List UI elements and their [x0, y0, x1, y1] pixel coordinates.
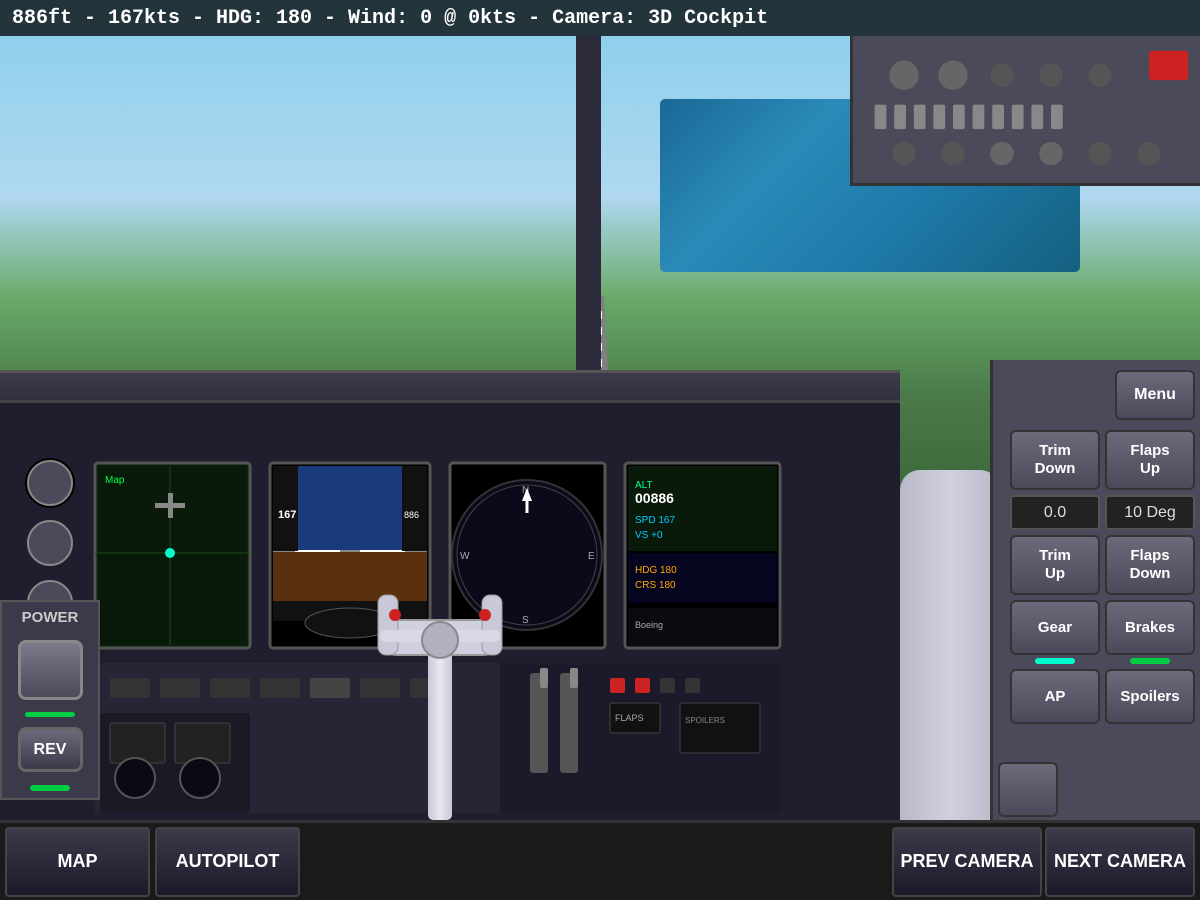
prev-camera-button[interactable]: PREV CAMERA [892, 827, 1042, 897]
control-grid: TrimDown FlapsUp 0.0 10 Deg TrimUp Flaps… [1010, 430, 1195, 724]
right-panel: Menu TrimDown FlapsUp 0.0 10 Deg TrimUp … [990, 360, 1200, 900]
brakes-indicator [1130, 658, 1170, 664]
gear-button[interactable]: Gear [1010, 600, 1100, 655]
armrest [900, 470, 1000, 820]
svg-text:E: E [588, 551, 595, 562]
flight-status-text: 886ft - 167kts - HDG: 180 - Wind: 0 @ 0k… [12, 7, 768, 30]
power-indicator [25, 712, 75, 717]
flaps-down-button[interactable]: FlapsDown [1105, 535, 1195, 595]
map-button[interactable]: MAP [5, 827, 150, 897]
svg-text:Map: Map [105, 475, 125, 486]
overhead-panel [850, 36, 1200, 186]
yoke [340, 540, 540, 820]
left-control-panel: POWER REV [0, 600, 100, 800]
rev-button[interactable]: REV [18, 727, 83, 772]
misc-button[interactable] [998, 762, 1058, 817]
brakes-button[interactable]: Brakes [1105, 600, 1195, 655]
overhead-instruments [853, 36, 1200, 183]
svg-text:SPOILERS: SPOILERS [685, 716, 725, 725]
svg-text:HDG 180: HDG 180 [635, 565, 677, 576]
flaps-value-display: 10 Deg [1105, 495, 1195, 530]
power-button[interactable] [18, 640, 83, 700]
gear-indicator [1035, 658, 1075, 664]
power-label: POWER [22, 609, 79, 626]
windshield-post [576, 36, 601, 386]
svg-text:00886: 00886 [635, 490, 674, 506]
svg-text:CRS 180: CRS 180 [635, 580, 676, 591]
status-bar: 886ft - 167kts - HDG: 180 - Wind: 0 @ 0k… [0, 0, 1200, 36]
svg-text:167: 167 [278, 509, 296, 521]
flaps-up-button[interactable]: FlapsUp [1105, 430, 1195, 490]
ap-button[interactable]: AP [1010, 669, 1100, 724]
bottom-bar: MAP AUTOPILOT PREV CAMERA NEXT CAMERA [0, 820, 1200, 900]
trim-down-button[interactable]: TrimDown [1010, 430, 1100, 490]
spoilers-button[interactable]: Spoilers [1105, 669, 1195, 724]
autopilot-button[interactable]: AUTOPILOT [155, 827, 300, 897]
next-camera-button[interactable]: NEXT CAMERA [1045, 827, 1195, 897]
menu-button[interactable]: Menu [1115, 370, 1195, 420]
rev-indicator [30, 785, 70, 791]
yoke-svg [340, 540, 540, 820]
trim-up-button[interactable]: TrimUp [1010, 535, 1100, 595]
svg-text:Boeing: Boeing [635, 620, 663, 630]
svg-text:VS +0: VS +0 [635, 530, 663, 541]
trim-value-display: 0.0 [1010, 495, 1100, 530]
svg-text:SPD 167: SPD 167 [635, 515, 675, 526]
svg-text:FLAPS: FLAPS [615, 713, 644, 723]
svg-text:886: 886 [404, 510, 419, 520]
